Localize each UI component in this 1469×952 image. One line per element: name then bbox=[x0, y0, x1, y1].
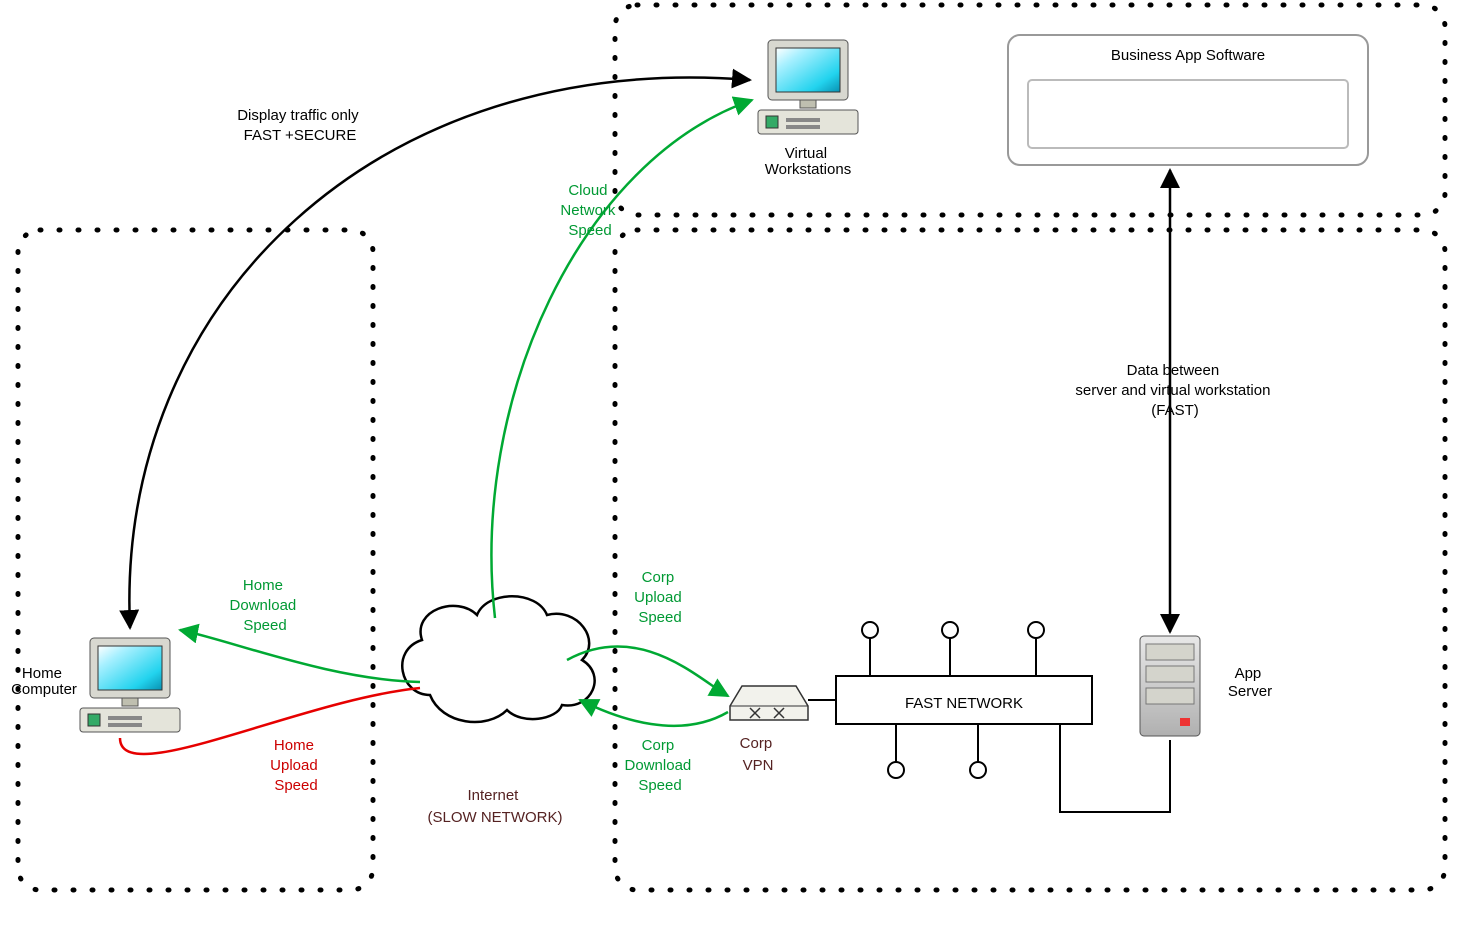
corp-vpn-icon bbox=[730, 686, 808, 720]
fast-network-bus: FAST NETWORK bbox=[808, 622, 1170, 812]
edge-corp-download-label: Corp Download Speed bbox=[625, 737, 696, 794]
business-app-title: Business App Software bbox=[1111, 47, 1265, 64]
app-server-label: App Server bbox=[1228, 665, 1272, 700]
internet-cloud-icon bbox=[402, 596, 594, 722]
edge-corp-upload-label: Corp Upload Speed bbox=[634, 569, 686, 626]
fast-network-label: FAST NETWORK bbox=[905, 695, 1023, 712]
zone-corp bbox=[615, 230, 1445, 890]
edge-corp-download bbox=[580, 700, 728, 726]
virtual-workstations-label: Virtual Workstations bbox=[765, 145, 851, 178]
edge-cloud-speed bbox=[491, 100, 752, 618]
zone-home bbox=[18, 230, 373, 890]
edge-home-download-label: Home Download Speed bbox=[230, 577, 301, 634]
corp-vpn-label: Corp VPN bbox=[740, 735, 777, 774]
edge-home-download bbox=[180, 630, 420, 682]
home-computer-icon bbox=[80, 638, 180, 732]
edge-cloud-speed-label: Cloud Network Speed bbox=[560, 182, 619, 239]
edge-home-upload-label: Home Upload Speed bbox=[270, 737, 322, 794]
home-computer-label: Home Computer bbox=[11, 665, 77, 698]
edge-data-between-label: Data between server and virtual workstat… bbox=[1075, 362, 1274, 419]
network-diagram: Business App Software Virtual Workstatio… bbox=[0, 0, 1469, 952]
business-app-card: Business App Software bbox=[1008, 35, 1368, 165]
internet-label: Internet (SLOW NETWORK) bbox=[428, 787, 563, 826]
edge-display-traffic-label: Display traffic only FAST +SECURE bbox=[237, 107, 363, 144]
app-server-icon bbox=[1140, 636, 1200, 736]
virtual-workstation-icon bbox=[758, 40, 858, 134]
edge-display-traffic bbox=[129, 78, 750, 628]
